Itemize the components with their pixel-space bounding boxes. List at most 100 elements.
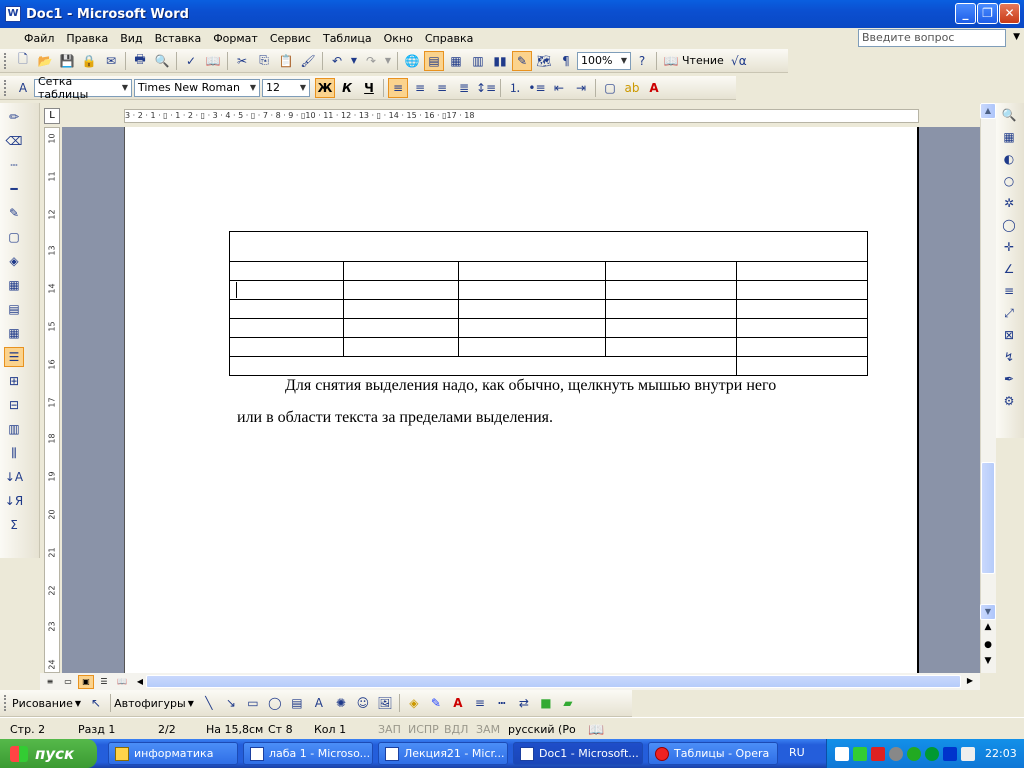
- autosum-icon[interactable]: Σ: [4, 515, 24, 535]
- table-cell[interactable]: [229, 261, 344, 281]
- hyperlink-icon[interactable]: 🌐: [402, 51, 422, 71]
- crop-icon[interactable]: ⊠: [1000, 325, 1018, 345]
- web-view-icon[interactable]: ▭: [60, 675, 76, 689]
- font-color-icon[interactable]: A: [448, 693, 468, 713]
- toolbar-grip[interactable]: [4, 695, 7, 711]
- scrollbar-thumb[interactable]: [981, 462, 995, 574]
- undo-icon[interactable]: ↶: [327, 51, 347, 71]
- select-objects-icon[interactable]: ↖: [86, 693, 106, 713]
- taskbar-item[interactable]: Лекция21 - Micr...: [378, 742, 508, 765]
- tray-media-icon[interactable]: [943, 746, 957, 761]
- dash-style-icon[interactable]: ┅: [492, 693, 512, 713]
- tables-borders-icon[interactable]: ▤: [424, 50, 444, 71]
- fill-color-icon[interactable]: ◈: [404, 693, 424, 713]
- redo-dropdown-icon[interactable]: ▼: [383, 51, 393, 71]
- insert-table-icon[interactable]: ▦: [446, 51, 466, 71]
- table-cell[interactable]: [605, 337, 737, 357]
- print-preview-icon[interactable]: 🔍: [152, 51, 172, 71]
- tray-sound-icon[interactable]: [889, 746, 903, 761]
- tray-globe-icon[interactable]: [925, 746, 939, 761]
- layout-icon[interactable]: ▦: [1000, 127, 1018, 147]
- table-cell[interactable]: [458, 280, 606, 300]
- justify-icon[interactable]: ≣: [454, 78, 474, 98]
- distribute-rows-icon[interactable]: ⊞: [4, 371, 24, 391]
- table-cell[interactable]: [229, 356, 737, 376]
- redo-icon[interactable]: ↷: [361, 51, 381, 71]
- eraser-icon[interactable]: ⌫: [4, 131, 24, 151]
- taskbar-item[interactable]: Doc1 - Microsoft...: [513, 742, 643, 765]
- merge-cells-icon[interactable]: ▤: [4, 299, 24, 319]
- line-color-icon[interactable]: ✎: [426, 693, 446, 713]
- menu-insert[interactable]: Вставка: [149, 32, 208, 45]
- table-cell[interactable]: [343, 299, 459, 319]
- outline-view-icon[interactable]: ☰: [96, 675, 112, 689]
- help-icon[interactable]: ?: [632, 51, 652, 71]
- bold-button[interactable]: Ж: [315, 77, 335, 98]
- table-cell[interactable]: [736, 318, 868, 338]
- zoom-tool-icon[interactable]: 🔍: [1000, 105, 1018, 125]
- ellipse-icon[interactable]: ◯: [1000, 215, 1018, 235]
- line-tool-icon[interactable]: ╲: [199, 693, 219, 713]
- columns-icon[interactable]: ▮▮: [490, 51, 510, 71]
- clipart-icon[interactable]: ☺: [353, 693, 373, 713]
- open-icon[interactable]: 📂: [35, 51, 55, 71]
- taskbar-item[interactable]: лаба 1 - Microso...: [243, 742, 373, 765]
- circle-icon[interactable]: ○: [1000, 171, 1018, 191]
- borders-icon[interactable]: ▢: [600, 78, 620, 98]
- table-cell[interactable]: [458, 337, 606, 357]
- table-cell[interactable]: [458, 299, 606, 319]
- save-icon[interactable]: 💾: [57, 51, 77, 71]
- align-center-icon[interactable]: ≡: [410, 78, 430, 98]
- outside-border-icon[interactable]: ▢: [4, 227, 24, 247]
- align-left-icon[interactable]: ≡: [388, 77, 408, 98]
- border-color-icon[interactable]: ✎: [4, 203, 24, 223]
- star-icon[interactable]: ✲: [1000, 193, 1018, 213]
- table-cell[interactable]: [736, 337, 868, 357]
- tray-app-icon[interactable]: [835, 746, 849, 761]
- tray-network-icon[interactable]: [853, 746, 867, 761]
- decrease-indent-icon[interactable]: ⇤: [549, 78, 569, 98]
- toolbar-grip[interactable]: [4, 79, 7, 96]
- table-cell[interactable]: [458, 261, 606, 281]
- undo-dropdown-icon[interactable]: ▼: [349, 51, 359, 71]
- tab-selector-icon[interactable]: L: [44, 108, 60, 124]
- spelling-icon[interactable]: ✓: [181, 51, 201, 71]
- font-size-combo[interactable]: 12 ▼: [262, 78, 310, 97]
- table-cell[interactable]: [343, 280, 459, 300]
- tray-status-icon[interactable]: [907, 746, 921, 761]
- insert-excel-icon[interactable]: ▥: [468, 51, 488, 71]
- shading-color-icon[interactable]: ◈: [4, 251, 24, 271]
- arrow-style-icon[interactable]: ⇄: [514, 693, 534, 713]
- sort-descending-icon[interactable]: ↓Я: [4, 491, 24, 511]
- research-icon[interactable]: 📖: [203, 51, 223, 71]
- line-spacing-icon[interactable]: ↕≡: [476, 78, 496, 98]
- horizontal-ruler[interactable]: 3 · 2 · 1 · ▯ · 1 · 2 · ▯ · 3 · 4 · 5 · …: [124, 109, 919, 123]
- permission-icon[interactable]: 🔒: [79, 51, 99, 71]
- split-cells-icon[interactable]: ▦: [4, 323, 24, 343]
- taskbar-item[interactable]: информатика: [108, 742, 238, 765]
- wordart-icon[interactable]: A: [309, 693, 329, 713]
- normal-view-icon[interactable]: ≡: [42, 675, 58, 689]
- line-weight-icon[interactable]: ━: [4, 179, 24, 199]
- menu-tools[interactable]: Сервис: [264, 32, 317, 45]
- align-right-icon[interactable]: ≡: [432, 78, 452, 98]
- spelling-status-icon[interactable]: 📖: [588, 723, 604, 738]
- equation-icon[interactable]: √α: [729, 51, 749, 71]
- status-track[interactable]: ИСПР: [408, 723, 439, 736]
- new-document-icon[interactable]: 🗋: [13, 51, 33, 71]
- document-text-line[interactable]: Для снятия выделения надо, как обычно, щ…: [285, 377, 776, 395]
- style-combo[interactable]: Сетка таблицы ▼: [34, 75, 132, 101]
- start-button[interactable]: пуск: [0, 739, 97, 768]
- reading-view-icon[interactable]: 📖: [114, 675, 130, 689]
- status-overtype[interactable]: ЗАМ: [476, 723, 500, 736]
- document-text-line[interactable]: или в области текста за пределами выделе…: [237, 409, 553, 427]
- vertical-scrollbar[interactable]: [980, 103, 996, 673]
- pen-icon[interactable]: ✒: [1000, 369, 1018, 389]
- table-cell[interactable]: [229, 231, 868, 262]
- table-cell[interactable]: [736, 261, 868, 281]
- highlight-icon[interactable]: ab: [622, 78, 642, 98]
- menu-help[interactable]: Справка: [419, 32, 479, 45]
- table-cell[interactable]: [605, 280, 737, 300]
- crosshair-icon[interactable]: ✛: [1000, 237, 1018, 257]
- table-cell[interactable]: [736, 356, 868, 376]
